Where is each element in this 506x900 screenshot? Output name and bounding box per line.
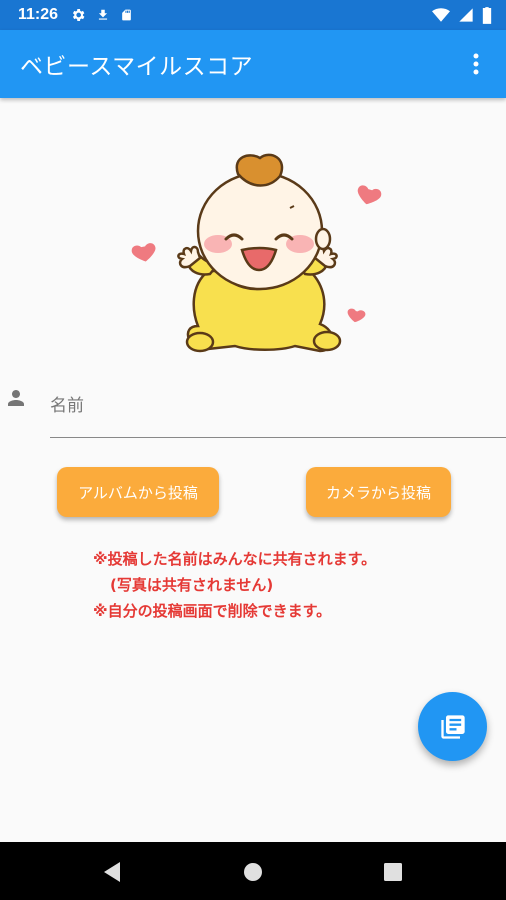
status-icons-right (432, 6, 492, 24)
heart-icon (347, 308, 366, 323)
status-icons-left (70, 7, 133, 23)
nav-home-button[interactable] (235, 854, 271, 890)
overflow-menu-button[interactable] (464, 44, 488, 84)
app-bar: ベビースマイルスコア (0, 30, 506, 98)
heart-icon (357, 185, 382, 205)
status-bar: 11:26 (0, 0, 506, 30)
more-vert-icon (473, 53, 479, 75)
name-field[interactable] (50, 374, 506, 438)
notice-line: ※自分の投稿画面で削除できます。 (93, 602, 332, 620)
nav-recents-button[interactable] (375, 854, 411, 890)
signal-icon (459, 8, 473, 22)
status-time: 11:26 (18, 6, 59, 23)
download-icon (98, 9, 108, 20)
app-title: ベビースマイルスコア (20, 54, 254, 80)
post-from-album-button[interactable]: アルバムから投稿 (57, 467, 219, 517)
notice-line: (写真は共有されません) (110, 576, 274, 594)
recents-icon (384, 863, 402, 881)
back-icon (104, 862, 120, 882)
gear-icon (72, 9, 85, 21)
notice-line: ※投稿した名前はみんなに共有されます。 (93, 550, 377, 568)
post-from-camera-button[interactable]: カメラから投稿 (306, 467, 451, 517)
heart-icon (131, 243, 156, 262)
baby-illustration (131, 153, 382, 353)
nav-back-button[interactable] (94, 854, 130, 890)
navigation-bar (0, 842, 506, 900)
post-list-fab[interactable] (418, 692, 487, 761)
library-books-icon (440, 714, 465, 739)
wifi-icon (432, 8, 450, 22)
home-icon (244, 863, 262, 881)
sd-card-icon (122, 9, 131, 21)
battery-icon (482, 6, 492, 24)
person-icon (8, 390, 24, 406)
notice-text: ※投稿した名前はみんなに共有されます。 (写真は共有されません) ※自分の投稿画… (93, 546, 376, 624)
